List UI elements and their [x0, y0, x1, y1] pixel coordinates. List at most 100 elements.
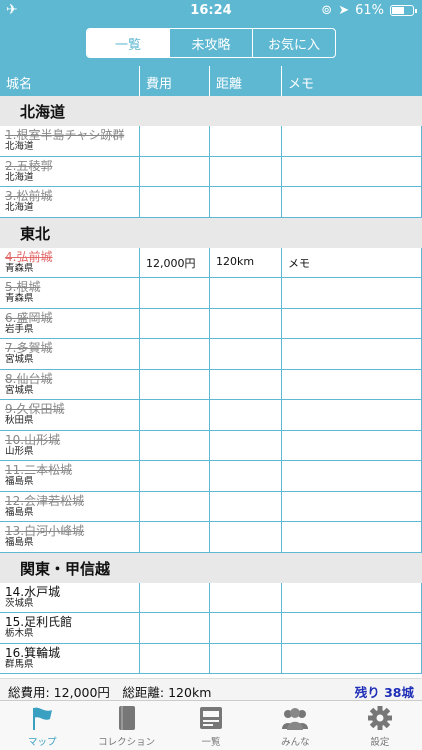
- lock-rotation-icon: ⊚: [321, 3, 333, 18]
- cost-cell: [140, 156, 210, 186]
- distance-cell: [210, 522, 282, 552]
- status-bar: ✈ 16:24 ⊚ ➤ 61%: [0, 0, 422, 22]
- cost-cell: [140, 430, 210, 460]
- prefecture-name: 青森県: [5, 262, 34, 274]
- cost-cell: [140, 461, 210, 491]
- castle-name-cell: 1.根室半島チャシ跡群 北海道: [0, 126, 140, 156]
- battery-fill: [392, 7, 404, 14]
- cost-cell: [140, 308, 210, 338]
- battery-icon: [390, 5, 417, 16]
- section-header: 関東・甲信越: [0, 552, 422, 583]
- distance-cell: [210, 369, 282, 399]
- status-right: ⊚ ➤ 61%: [321, 3, 417, 18]
- people-icon: [282, 708, 309, 730]
- prefecture-name: 北海道: [5, 202, 34, 214]
- table-row[interactable]: 8.仙台城 宮城県: [0, 369, 422, 400]
- segment-unvisited[interactable]: 未攻略: [170, 29, 253, 57]
- table-row[interactable]: 11.二本松城 福島県: [0, 461, 422, 492]
- prefecture-name: 群馬県: [5, 658, 34, 670]
- table-row[interactable]: 9.久保田城 秋田県: [0, 400, 422, 431]
- distance-cell: [210, 339, 282, 369]
- tab-everyone[interactable]: みんな: [253, 701, 337, 750]
- distance-cell: 120km: [210, 247, 282, 277]
- castle-name-cell: 12.会津若松城 福島県: [0, 491, 140, 521]
- prefecture-name: 北海道: [5, 141, 34, 153]
- prefecture-name: 福島県: [5, 506, 34, 518]
- table-row[interactable]: 13.白河小峰城 福島県: [0, 522, 422, 553]
- table-row[interactable]: 12.会津若松城 福島県: [0, 491, 422, 522]
- battery-percent: 61%: [355, 3, 384, 18]
- memo-cell: [282, 187, 422, 217]
- cost-cell: [140, 339, 210, 369]
- distance-cell: [210, 582, 282, 612]
- castle-list[interactable]: 北海道 1.根室半島チャシ跡群 北海道 2.五稜郭 北海道 3.松前城 北海道 東北 4.弘前城…: [0, 96, 422, 678]
- castle-name: 8.仙台城: [5, 371, 53, 386]
- table-row[interactable]: 2.五稜郭 北海道: [0, 156, 422, 187]
- table-row[interactable]: 4.弘前城 青森県 12,000円 120km メモ: [0, 247, 422, 278]
- memo-cell: [282, 491, 422, 521]
- table-row[interactable]: 3.松前城 北海道: [0, 187, 422, 218]
- prefecture-name: 福島県: [5, 476, 34, 488]
- totals-text: 総費用: 12,000円 総距離: 120km: [8, 685, 212, 700]
- table-row[interactable]: 6.盛岡城 岩手県: [0, 308, 422, 339]
- distance-cell: [210, 156, 282, 186]
- memo-cell: [282, 461, 422, 491]
- tab-list[interactable]: 一覧: [169, 701, 253, 750]
- memo-cell: [282, 643, 422, 673]
- table-row[interactable]: 7.多賀城 宮城県: [0, 339, 422, 370]
- castle-name: 6.盛岡城: [5, 310, 53, 325]
- cost-cell: [140, 491, 210, 521]
- castle-name: 12.会津若松城: [5, 493, 85, 508]
- segment-favorites[interactable]: お気に入: [253, 29, 335, 57]
- castle-name-cell: 14.水戸城 茨城県: [0, 582, 140, 612]
- castle-name: 16.箕輪城: [5, 645, 61, 660]
- distance-cell: [210, 430, 282, 460]
- tab-label: 一覧: [201, 737, 221, 748]
- castle-name-cell: 3.松前城 北海道: [0, 187, 140, 217]
- filter-segmented-control: 一覧 未攻略 お気に入: [86, 28, 336, 58]
- tab-bar: マップ コレクション 一覧 みんな 設定: [0, 700, 422, 750]
- castle-name-cell: 15.足利氏館 栃木県: [0, 613, 140, 643]
- distance-cell: [210, 278, 282, 308]
- prefecture-name: 茨城県: [5, 597, 34, 609]
- cost-cell: [140, 613, 210, 643]
- table-row[interactable]: 5.根城 青森県: [0, 278, 422, 309]
- memo-cell: [282, 126, 422, 156]
- castle-name-cell: 11.二本松城 福島県: [0, 461, 140, 491]
- prefecture-name: 青森県: [5, 293, 34, 305]
- castle-name-cell: 7.多賀城 宮城県: [0, 339, 140, 369]
- table-row[interactable]: 16.箕輪城 群馬県: [0, 643, 422, 674]
- castle-name-cell: 6.盛岡城 岩手県: [0, 308, 140, 338]
- prefecture-name: 北海道: [5, 171, 34, 183]
- prefecture-name: 秋田県: [5, 415, 34, 427]
- table-row[interactable]: 14.水戸城 茨城県: [0, 582, 422, 613]
- summary-bar: 総費用: 12,000円 総距離: 120km 残り 38城: [0, 678, 422, 700]
- memo-cell: [282, 339, 422, 369]
- table-row[interactable]: 10.山形城 山形県: [0, 430, 422, 461]
- book-icon: [118, 706, 135, 730]
- castle-name-cell: 10.山形城 山形県: [0, 430, 140, 460]
- castle-name: 10.山形城: [5, 432, 61, 447]
- cost-cell: [140, 643, 210, 673]
- tab-settings[interactable]: 設定: [338, 701, 422, 750]
- distance-cell: [210, 613, 282, 643]
- column-cost: 費用: [140, 66, 210, 96]
- memo-cell: [282, 308, 422, 338]
- tab-label: コレクション: [98, 737, 156, 748]
- remaining-count: 残り 38城: [354, 685, 414, 700]
- tab-collection[interactable]: コレクション: [84, 701, 168, 750]
- navigation-header: ✈ 16:24 ⊚ ➤ 61% 一覧 未攻略 お気に入: [0, 0, 422, 66]
- distance-cell: [210, 126, 282, 156]
- prefecture-name: 宮城県: [5, 384, 34, 396]
- prefecture-name: 岩手県: [5, 323, 34, 335]
- column-distance: 距離: [210, 66, 282, 96]
- tab-map[interactable]: マップ: [0, 701, 84, 750]
- memo-cell: [282, 278, 422, 308]
- prefecture-name: 山形県: [5, 445, 34, 457]
- cost-cell: [140, 126, 210, 156]
- cost-cell: 12,000円: [140, 247, 210, 277]
- column-memo: メモ: [288, 77, 315, 92]
- segment-all[interactable]: 一覧: [87, 29, 170, 57]
- table-row[interactable]: 1.根室半島チャシ跡群 北海道: [0, 126, 422, 157]
- table-row[interactable]: 15.足利氏館 栃木県: [0, 613, 422, 644]
